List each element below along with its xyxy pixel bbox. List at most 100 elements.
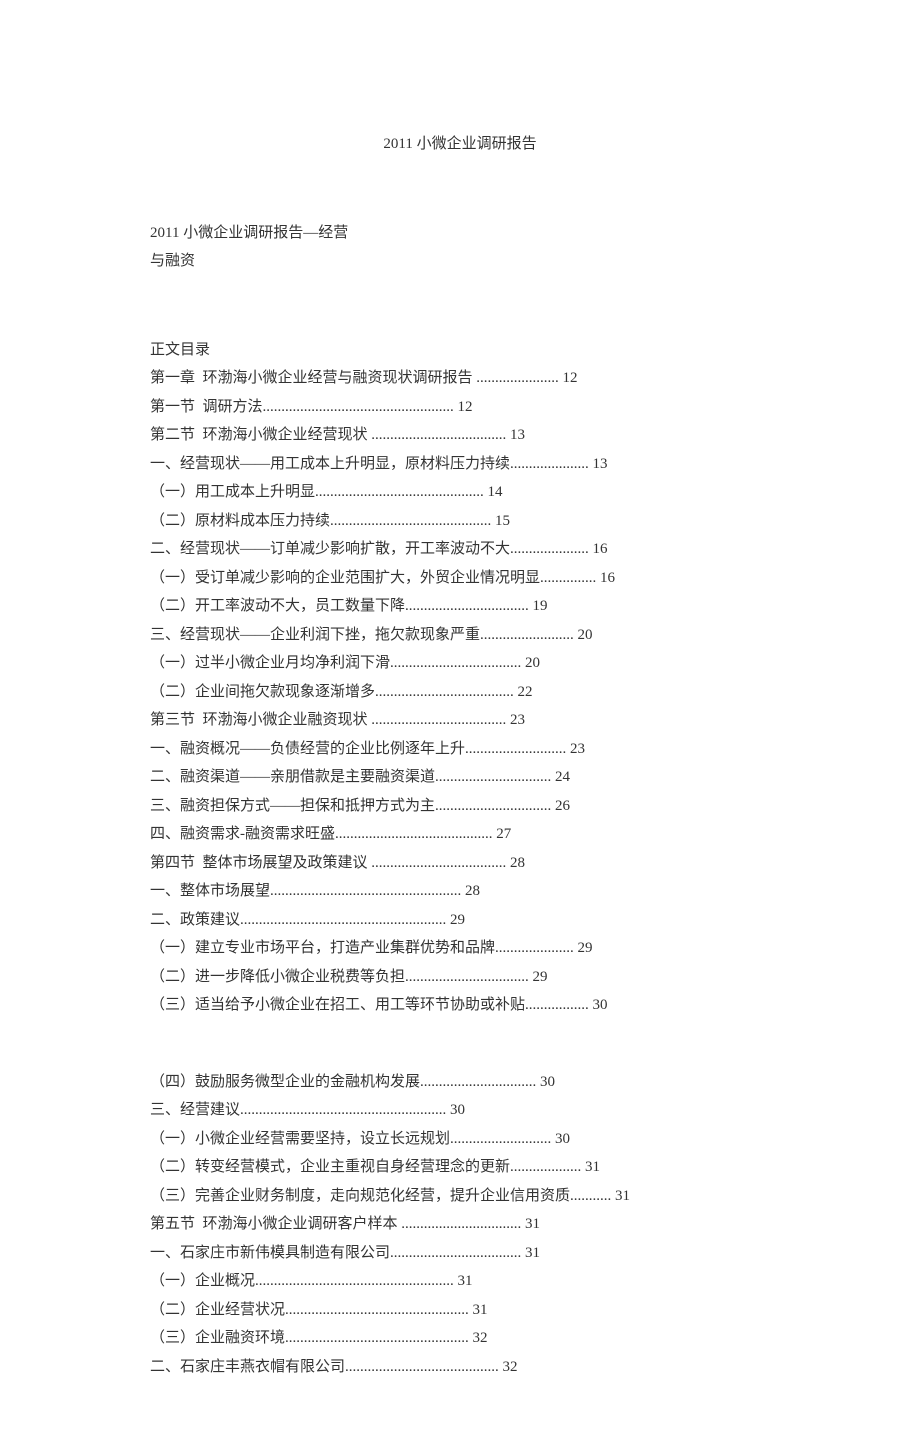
toc-entry: （二）开工率波动不大，员工数量下降.......................… (150, 592, 770, 621)
toc-entry: 第五节 环渤海小微企业调研客户样本 ......................… (150, 1210, 770, 1239)
toc-leader: ........................................… (330, 513, 491, 529)
toc-leader: ............................... (435, 798, 551, 814)
toc-entry-page: 30 (446, 1102, 465, 1118)
toc-entry-page: 29 (574, 940, 593, 956)
toc-leader: ........................................… (285, 1302, 469, 1318)
toc-entry: （一）受订单减少影响的企业范围扩大，外贸企业情况明显..............… (150, 564, 770, 593)
toc-entry: 第三节 环渤海小微企业融资现状 ........................… (150, 706, 770, 735)
toc-leader: ..................... (495, 940, 574, 956)
toc-entry-page: 20 (574, 627, 593, 643)
toc-entry-page: 16 (589, 541, 608, 557)
subtitle-line-1: 2011 小微企业调研报告—经营 (150, 219, 770, 248)
toc-entry: 第二节 环渤海小微企业经营现状 ........................… (150, 421, 770, 450)
toc-entry-text: 第一节 调研方法 (150, 399, 263, 415)
toc-entry-text: 一、融资概况——负债经营的企业比例逐年上升 (150, 741, 465, 757)
toc-block: （四）鼓励服务微型企业的金融机构发展......................… (150, 1068, 770, 1382)
toc-leader: ............... (540, 570, 596, 586)
toc-leader: ........................................… (255, 1273, 454, 1289)
toc-entry-page: 19 (529, 598, 548, 614)
toc-entry: 三、融资担保方式——担保和抵押方式为主.....................… (150, 792, 770, 821)
toc-entry: 二、石家庄丰燕衣帽有限公司...........................… (150, 1353, 770, 1382)
toc-leader: ...................... (476, 370, 559, 386)
toc-entry: （一）建立专业市场平台，打造产业集群优势和品牌.................… (150, 934, 770, 963)
toc-entry-page: 31 (611, 1188, 630, 1204)
toc-leader: ................................... (390, 655, 521, 671)
toc-entry: （三）完善企业财务制度，走向规范化经营，提升企业信用资质........... … (150, 1182, 770, 1211)
toc-entry-text: （一）过半小微企业月均净利润下滑 (150, 655, 390, 671)
section-gap (150, 1020, 770, 1068)
toc-leader: ................... (510, 1159, 581, 1175)
toc-entry: （二）进一步降低小微企业税费等负担.......................… (150, 963, 770, 992)
toc-leader: ........................... (450, 1131, 551, 1147)
toc-entry-page: 31 (521, 1216, 540, 1232)
toc-entry-text: （四）鼓励服务微型企业的金融机构发展 (150, 1074, 420, 1090)
toc-leader: .................................... (371, 855, 506, 871)
toc-entry-page: 20 (521, 655, 540, 671)
toc-entry: （一）用工成本上升明显.............................… (150, 478, 770, 507)
toc-entry-text: （二）进一步降低小微企业税费等负担 (150, 969, 405, 985)
toc-entry: 第一节 调研方法................................… (150, 393, 770, 422)
toc-leader: ........................................… (315, 484, 484, 500)
toc-entry-text: （三）企业融资环境 (150, 1330, 285, 1346)
toc-entry-page: 29 (529, 969, 548, 985)
toc-entry: （一）过半小微企业月均净利润下滑........................… (150, 649, 770, 678)
toc-leader: ..................... (510, 541, 589, 557)
toc-leader: ................................. (405, 598, 529, 614)
toc-block: 第一章 环渤海小微企业经营与融资现状调研报告 .................… (150, 364, 770, 1020)
toc-entry-text: （一）企业概况 (150, 1273, 255, 1289)
toc-leader: ........................................… (240, 1102, 446, 1118)
toc-entry-page: 31 (454, 1273, 473, 1289)
toc-leader: ............................... (435, 769, 551, 785)
toc-entry-page: 26 (551, 798, 570, 814)
toc-entry: （四）鼓励服务微型企业的金融机构发展......................… (150, 1068, 770, 1097)
toc-entry: 一、整体市场展望................................… (150, 877, 770, 906)
toc-leader: ........................................… (285, 1330, 469, 1346)
toc-heading: 正文目录 (150, 336, 770, 365)
toc-entry-page: 31 (581, 1159, 600, 1175)
toc-entry: 一、融资概况——负债经营的企业比例逐年上升...................… (150, 735, 770, 764)
toc-entry-text: 二、政策建议 (150, 912, 240, 928)
toc-entry-text: 第一章 环渤海小微企业经营与融资现状调研报告 (150, 370, 476, 386)
toc-leader: ........................................… (240, 912, 446, 928)
toc-entry-text: 三、经营现状——企业利润下挫，拖欠款现象严重 (150, 627, 480, 643)
toc-entry-text: （二）企业经营状况 (150, 1302, 285, 1318)
toc-entry: 三、经营建议..................................… (150, 1096, 770, 1125)
toc-entry-page: 16 (596, 570, 615, 586)
toc-leader: ........................... (465, 741, 566, 757)
toc-entry-page: 30 (551, 1131, 570, 1147)
toc-entry-text: 第三节 环渤海小微企业融资现状 (150, 712, 371, 728)
toc-entry-text: 二、融资渠道——亲朋借款是主要融资渠道 (150, 769, 435, 785)
toc-entry-text: 三、融资担保方式——担保和抵押方式为主 (150, 798, 435, 814)
page-title: 2011 小微企业调研报告 (150, 130, 770, 159)
toc-entry-page: 31 (469, 1302, 488, 1318)
toc-leader: ................................ (401, 1216, 521, 1232)
toc-entry-text: （二）原材料成本压力持续 (150, 513, 330, 529)
toc-entry-page: 14 (484, 484, 503, 500)
toc-entry-page: 23 (506, 712, 525, 728)
toc-entry-text: 一、石家庄市新伟模具制造有限公司 (150, 1245, 390, 1261)
toc-entry: 第一章 环渤海小微企业经营与融资现状调研报告 .................… (150, 364, 770, 393)
toc-entry-page: 27 (493, 826, 512, 842)
toc-entry: （二）企业经营状况...............................… (150, 1296, 770, 1325)
toc-leader: ........................................… (263, 399, 454, 415)
toc-entry: 四、融资需求-融资需求旺盛...........................… (150, 820, 770, 849)
toc-entry: （一）小微企业经营需要坚持，设立长远规划....................… (150, 1125, 770, 1154)
toc-leader: ........................................… (335, 826, 493, 842)
toc-leader: ................................. (405, 969, 529, 985)
toc-entry-text: （一）小微企业经营需要坚持，设立长远规划 (150, 1131, 450, 1147)
toc-entry-text: （二）转变经营模式，企业主重视自身经营理念的更新 (150, 1159, 510, 1175)
toc-entry-text: 一、经营现状——用工成本上升明显，原材料压力持续 (150, 456, 510, 472)
toc-entry-text: 一、整体市场展望 (150, 883, 270, 899)
toc-entry: 二、融资渠道——亲朋借款是主要融资渠道.....................… (150, 763, 770, 792)
toc-entry-page: 31 (521, 1245, 540, 1261)
toc-leader: ........................................… (345, 1359, 499, 1375)
toc-entry: （一）企业概况.................................… (150, 1267, 770, 1296)
toc-leader: ......................... (480, 627, 574, 643)
toc-entry-text: 第二节 环渤海小微企业经营现状 (150, 427, 371, 443)
toc-entry-page: 30 (589, 997, 608, 1013)
toc-entry-text: 四、融资需求-融资需求旺盛 (150, 826, 335, 842)
toc-entry: 第四节 整体市场展望及政策建议 ........................… (150, 849, 770, 878)
toc-entry-page: 24 (551, 769, 570, 785)
toc-entry-page: 30 (536, 1074, 555, 1090)
toc-entry-text: （一）用工成本上升明显 (150, 484, 315, 500)
